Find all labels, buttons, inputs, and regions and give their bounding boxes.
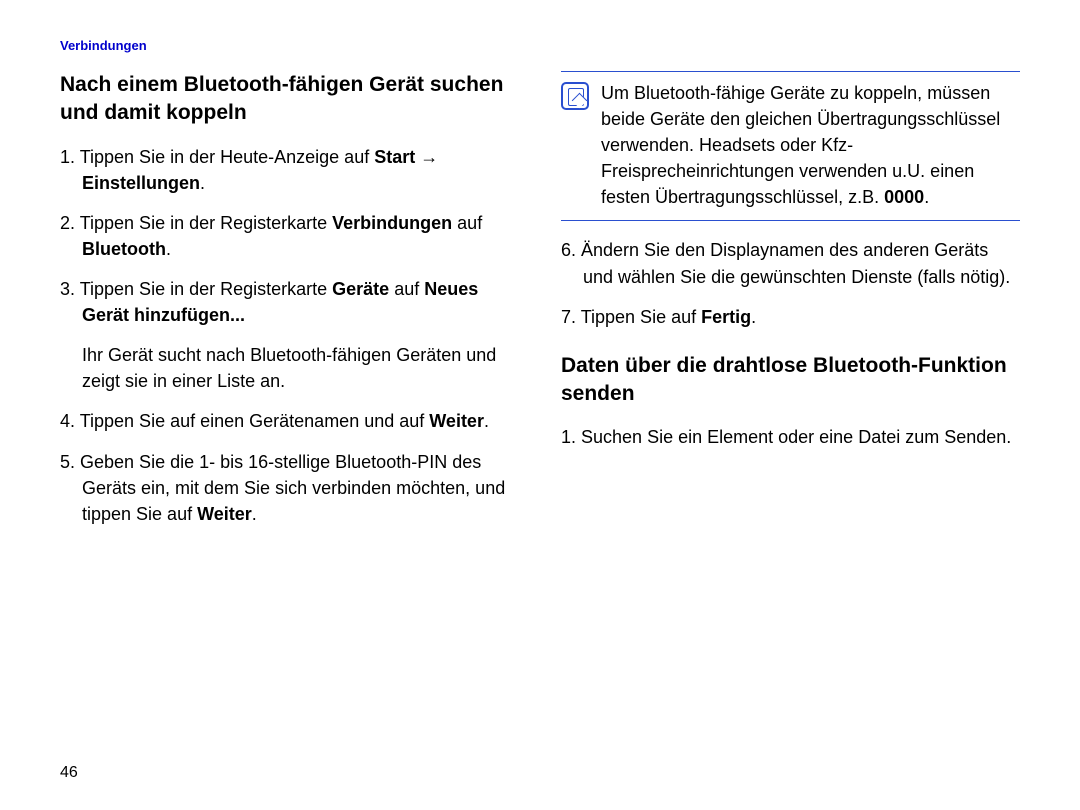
step-2: 2. Tippen Sie in der Registerkarte Verbi… [60, 210, 519, 262]
section-header: Verbindungen [60, 38, 1020, 53]
step-text: 2. Tippen Sie in der Registerkarte [60, 213, 332, 233]
step-text: auf [389, 279, 424, 299]
step-text: . [751, 307, 756, 327]
two-column-layout: Nach einem Bluetooth-fähigen Gerät suche… [60, 71, 1020, 541]
arrow-icon: → [415, 147, 438, 167]
step-3-note: Ihr Gerät sucht nach Bluetooth-fähigen G… [60, 342, 519, 394]
step-3: 3. Tippen Sie in der Registerkarte Gerät… [60, 276, 519, 328]
step-6: 6. Ändern Sie den Displaynamen des ander… [561, 237, 1020, 289]
left-column: Nach einem Bluetooth-fähigen Gerät suche… [60, 71, 519, 541]
note-icon [561, 82, 589, 110]
note-text: Um Bluetooth-fähige Geräte zu koppeln, m… [601, 80, 1020, 210]
right-column: Um Bluetooth-fähige Geräte zu koppeln, m… [561, 71, 1020, 541]
heading-send-data: Daten über die drahtlose Bluetooth-Funkt… [561, 352, 1020, 409]
step-text: 3. Tippen Sie in der Registerkarte [60, 279, 332, 299]
bold-start: Start [374, 147, 415, 167]
bold-0000: 0000 [884, 187, 924, 207]
bold-einstellungen: Einstellungen [82, 173, 200, 193]
bold-bluetooth: Bluetooth [82, 239, 166, 259]
step-4: 4. Tippen Sie auf einen Gerätenamen und … [60, 408, 519, 434]
step-text: 4. Tippen Sie auf einen Gerätenamen und … [60, 411, 429, 431]
send-step-1: 1. Suchen Sie ein Element oder eine Date… [561, 424, 1020, 450]
bold-fertig: Fertig [701, 307, 751, 327]
step-text: . [484, 411, 489, 431]
step-7: 7. Tippen Sie auf Fertig. [561, 304, 1020, 330]
step-text: . [166, 239, 171, 259]
note-body: Um Bluetooth-fähige Geräte zu koppeln, m… [601, 83, 1000, 207]
step-text: . [252, 504, 257, 524]
step-text: . [200, 173, 205, 193]
step-text: auf [452, 213, 482, 233]
bold-geraete: Geräte [332, 279, 389, 299]
note-body: . [924, 187, 929, 207]
step-5: 5. Geben Sie die 1- bis 16-stellige Blue… [60, 449, 519, 527]
step-text: 1. Tippen Sie in der Heute-Anzeige auf [60, 147, 374, 167]
step-1: 1. Tippen Sie in der Heute-Anzeige auf S… [60, 144, 519, 196]
bold-verbindungen: Verbindungen [332, 213, 452, 233]
step-text: 5. Geben Sie die 1- bis 16-stellige Blue… [60, 452, 505, 524]
page-number: 46 [60, 764, 78, 782]
bold-weiter: Weiter [197, 504, 252, 524]
info-note: Um Bluetooth-fähige Geräte zu koppeln, m… [561, 71, 1020, 221]
heading-search-pair: Nach einem Bluetooth-fähigen Gerät suche… [60, 71, 519, 128]
step-text: 7. Tippen Sie auf [561, 307, 701, 327]
bold-weiter: Weiter [429, 411, 484, 431]
